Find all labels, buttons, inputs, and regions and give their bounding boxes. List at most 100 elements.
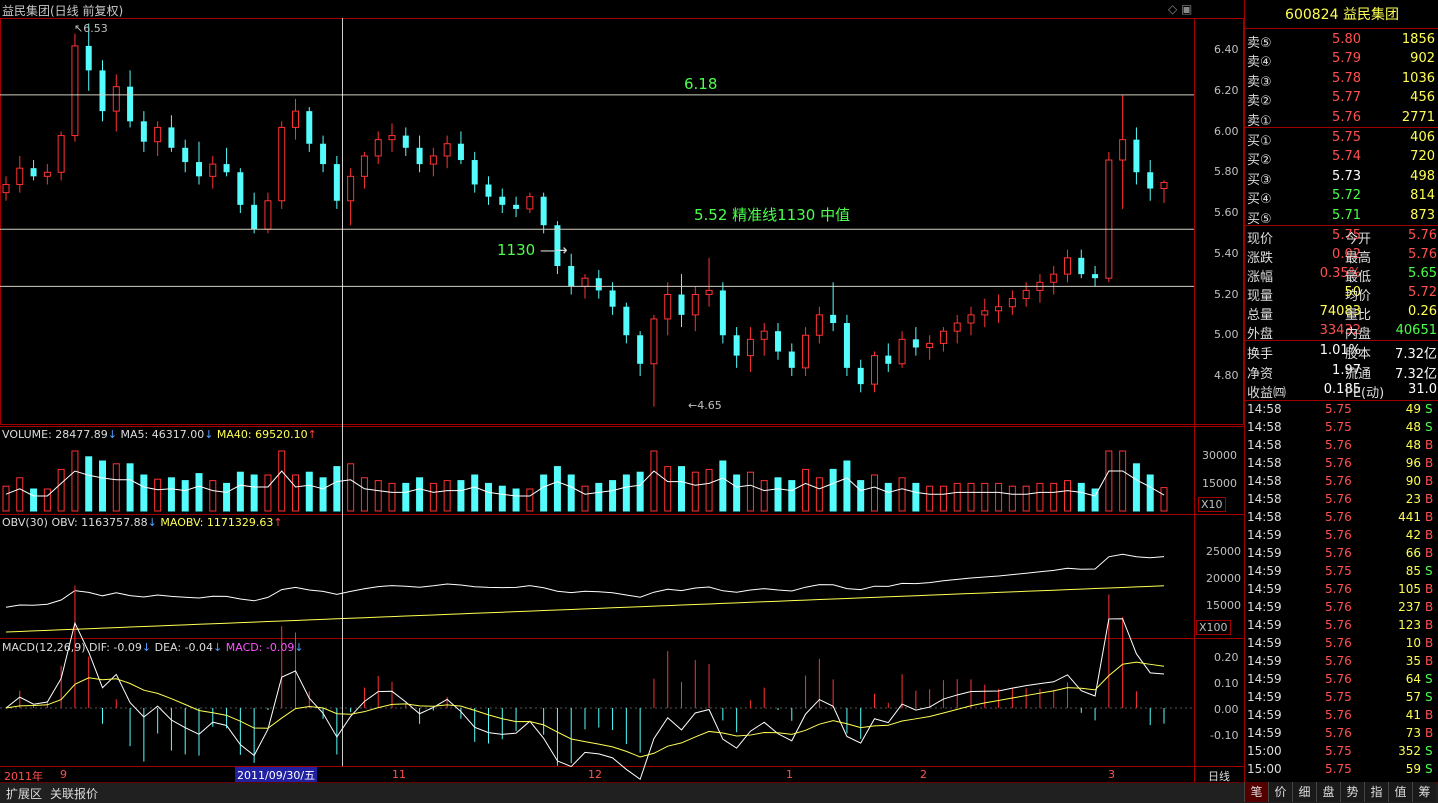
orderbook-row[interactable]: 卖② 5.77 456 (1245, 88, 1438, 109)
volume-bar (967, 482, 975, 512)
candle-body (802, 334, 810, 369)
volume-bar (567, 474, 575, 512)
bottom-bar: 扩展区 关联报价 (0, 782, 1438, 803)
volume-bar (16, 477, 24, 512)
tick-price: 5.75 (1325, 420, 1352, 434)
right-tab[interactable]: 价 (1268, 782, 1292, 802)
tick-side: B (1425, 456, 1434, 470)
volume-bar (457, 480, 465, 512)
volume-bar (857, 480, 865, 512)
macd-axis-1: 0.20 (1214, 651, 1239, 664)
candle-body (140, 121, 147, 142)
info-key: 流通 (1345, 366, 1372, 382)
tick-volume: 42 (1405, 528, 1421, 542)
orderbook-row[interactable]: 买③ 5.73 498 (1245, 167, 1438, 188)
volume-bar (236, 471, 244, 512)
candle-body (540, 196, 547, 226)
orderbook-price: 5.72 (1332, 188, 1361, 204)
window-controls[interactable]: ◇ ▣ (1168, 2, 1192, 16)
candle-body (168, 127, 175, 148)
right-tab[interactable]: 值 (1388, 782, 1412, 802)
orderbook-volume: 456 (1410, 90, 1435, 106)
tick-price: 5.75 (1325, 564, 1352, 578)
right-tab[interactable]: 笔 (1244, 782, 1268, 802)
orderbook-row[interactable]: 卖① 5.76 2771 (1245, 108, 1438, 129)
candle-body (885, 355, 892, 364)
info-row: 现量 50 均价 5.72 (1245, 283, 1438, 304)
volume-bar (1105, 450, 1113, 512)
volume-bar (1036, 482, 1044, 512)
info-value: 7.32亿 (1395, 366, 1437, 382)
volume-bar (402, 482, 410, 512)
tick-row: 14:59 5.76 73 B (1245, 725, 1438, 743)
tick-row: 14:59 5.76 64 S (1245, 671, 1438, 689)
right-tab[interactable]: 细 (1292, 782, 1316, 802)
tick-row: 14:58 5.75 49 S (1245, 401, 1438, 419)
low-label: ←4.65 (688, 399, 722, 412)
right-tab[interactable]: 盘 (1316, 782, 1340, 802)
tick-price: 5.76 (1325, 528, 1352, 542)
candle-body (788, 351, 795, 368)
candle-body (1022, 289, 1030, 300)
tick-row: 14:58 5.76 441 B (1245, 509, 1438, 527)
line-618-label: 6.18 (684, 75, 718, 93)
tick-row: 14:59 5.75 85 S (1245, 563, 1438, 581)
orderbook-row[interactable]: 卖⑤ 5.80 1856 (1245, 30, 1438, 51)
volume-bar (181, 480, 189, 512)
tick-row: 14:59 5.76 123 B (1245, 617, 1438, 635)
candle-body (637, 335, 644, 364)
orderbook-row[interactable]: 买④ 5.72 814 (1245, 186, 1438, 207)
tab-extend[interactable]: 扩展区 (2, 785, 46, 802)
tick-price: 5.76 (1325, 474, 1352, 488)
candle-body (526, 196, 534, 210)
tick-side: S (1425, 672, 1433, 686)
candle-body (1092, 274, 1099, 279)
volume-bar (333, 466, 341, 512)
tick-time: 14:59 (1247, 690, 1282, 704)
volume-bar (912, 482, 920, 512)
volume-header: VOLUME: 28477.89↓ MA5: 46317.00↓ MA40: 6… (2, 428, 317, 441)
volume-bar (2, 485, 10, 512)
tick-time: 14:59 (1247, 564, 1282, 578)
volume-bar (1008, 485, 1016, 512)
candle-body (251, 204, 258, 230)
candle-body (429, 155, 437, 165)
volume-bar (429, 482, 437, 512)
info-value: 0.26 (1408, 304, 1437, 319)
volume-axis-1: 30000 (1202, 449, 1237, 462)
orderbook-row[interactable]: 买⑤ 5.71 873 (1245, 206, 1438, 227)
price-tick-label: 6.00 (1214, 124, 1239, 138)
orderbook-volume: 1856 (1401, 32, 1435, 47)
candle-body (760, 330, 768, 340)
tick-side: B (1425, 600, 1434, 614)
candle-body (691, 294, 699, 316)
candle-body (416, 147, 423, 165)
info-row: 涨幅 0.35% 最低 5.65 (1245, 264, 1438, 285)
tick-price: 5.76 (1325, 456, 1352, 470)
volume-bar (705, 468, 713, 512)
obv-line (5, 553, 1165, 608)
right-tab[interactable]: 势 (1340, 782, 1364, 802)
obv-lines (5, 553, 1165, 633)
tick-volume: 66 (1405, 546, 1421, 560)
candle-body (360, 155, 368, 177)
candle-body (595, 278, 602, 291)
info-key: 净资 (1247, 366, 1274, 382)
tick-volume: 48 (1405, 438, 1421, 452)
right-tab[interactable]: 筹 (1412, 782, 1436, 802)
volume-bar (540, 474, 548, 512)
tick-side: B (1425, 582, 1434, 596)
orderbook-row[interactable]: 卖③ 5.78 1036 (1245, 69, 1438, 90)
orderbook-row[interactable]: 买① 5.75 406 (1245, 128, 1438, 149)
price-tick-label: 6.40 (1214, 43, 1239, 56)
candle-body (650, 318, 658, 365)
tick-time: 14:58 (1247, 456, 1282, 470)
right-tab[interactable]: 指 (1364, 782, 1388, 802)
tab-related-quote[interactable]: 关联报价 (46, 785, 102, 802)
orderbook-price: 5.71 (1332, 207, 1361, 223)
orderbook-row[interactable]: 买② 5.74 720 (1245, 147, 1438, 168)
tick-side: B (1425, 528, 1434, 542)
orderbook-row[interactable]: 卖④ 5.79 902 (1245, 49, 1438, 70)
tick-row: 14:59 5.76 35 B (1245, 653, 1438, 671)
candle-body (127, 86, 134, 122)
